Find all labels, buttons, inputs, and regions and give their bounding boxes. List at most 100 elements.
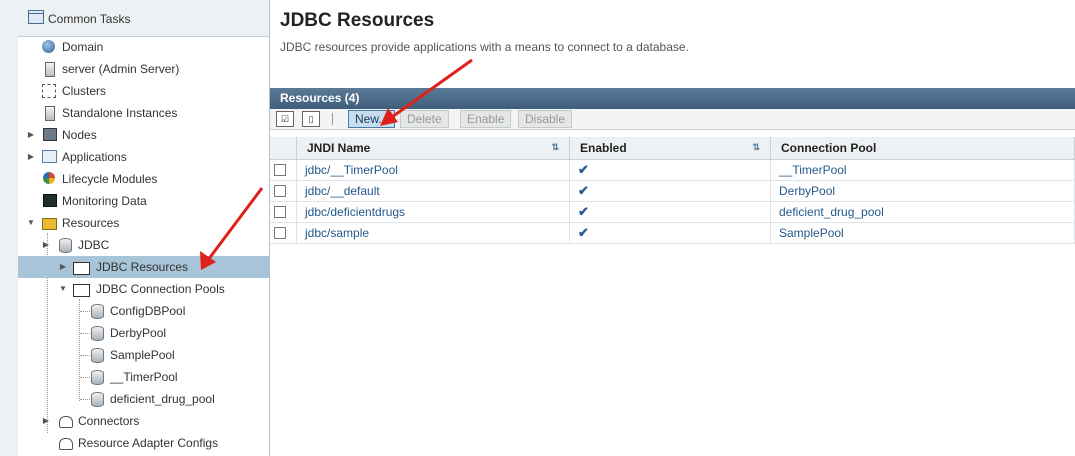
resources-table: JNDI Name ⇅ Enabled ⇅ Connection Pool jd… bbox=[270, 137, 1075, 244]
sidebar-item-deficient-drug-pool[interactable]: deficient_drug_pool bbox=[0, 388, 269, 410]
enabled-check-icon: ✔ bbox=[578, 162, 589, 177]
sidebar-item-monitoring-data[interactable]: Monitoring Data bbox=[0, 190, 269, 212]
database-icon bbox=[91, 370, 104, 385]
folder-icon bbox=[73, 262, 90, 275]
table-header-row: JNDI Name ⇅ Enabled ⇅ Connection Pool bbox=[270, 137, 1075, 160]
enable-button[interactable]: Enable bbox=[460, 110, 512, 128]
resources-icon bbox=[42, 218, 57, 230]
column-header-connection-pool[interactable]: Connection Pool bbox=[770, 137, 1075, 160]
jndi-name-cell: jdbc/__TimerPool bbox=[296, 159, 570, 181]
expand-arrow-icon[interactable]: ▶ bbox=[58, 256, 68, 278]
database-icon bbox=[91, 392, 104, 407]
database-icon bbox=[91, 348, 104, 363]
sidebar-item-jdbc[interactable]: ▶ JDBC bbox=[0, 234, 269, 256]
row-checkbox[interactable] bbox=[274, 164, 286, 176]
sidebar-item-domain[interactable]: Domain bbox=[0, 36, 269, 58]
jndi-name-link[interactable]: jdbc/deficientdrugs bbox=[305, 205, 405, 219]
common-tasks-header[interactable]: Common Tasks bbox=[18, 0, 269, 37]
sort-icon[interactable]: ⇅ bbox=[551, 142, 559, 153]
enabled-check-icon: ✔ bbox=[578, 204, 589, 219]
row-select-cell bbox=[270, 159, 297, 181]
column-header-enabled[interactable]: Enabled ⇅ bbox=[569, 137, 771, 160]
new-button[interactable]: New... bbox=[348, 110, 396, 128]
sidebar-item-label: Connectors bbox=[78, 414, 140, 428]
sidebar-item-jdbc-resources[interactable]: ▶ JDBC Resources bbox=[18, 256, 269, 278]
sidebar-item-samplepool[interactable]: SamplePool bbox=[0, 344, 269, 366]
select-all-icon[interactable]: ☑ bbox=[276, 111, 294, 127]
connection-pool-cell: __TimerPool bbox=[770, 159, 1075, 181]
row-select-cell bbox=[270, 201, 297, 223]
sidebar-item-lifecycle-modules[interactable]: Lifecycle Modules bbox=[0, 168, 269, 190]
sidebar-item-standalone-instances[interactable]: Standalone Instances bbox=[0, 102, 269, 124]
sidebar-item-jdbc-connection-pools[interactable]: ▼ JDBC Connection Pools bbox=[0, 278, 269, 300]
enabled-cell: ✔ bbox=[569, 222, 771, 244]
applications-icon bbox=[42, 150, 57, 163]
connection-pool-link[interactable]: __TimerPool bbox=[779, 163, 847, 177]
connection-pool-link[interactable]: deficient_drug_pool bbox=[779, 205, 884, 219]
sidebar-item-label: Applications bbox=[62, 150, 127, 164]
connection-pool-link[interactable]: DerbyPool bbox=[779, 184, 835, 198]
sidebar-item-label: Monitoring Data bbox=[62, 194, 147, 208]
main-content: JDBC Resources JDBC resources provide ap… bbox=[270, 0, 1075, 456]
jndi-name-link[interactable]: jdbc/sample bbox=[305, 226, 369, 240]
jndi-name-link[interactable]: jdbc/__TimerPool bbox=[305, 163, 398, 177]
sidebar-item-timerpool[interactable]: __TimerPool bbox=[0, 366, 269, 388]
sidebar-item-resources[interactable]: ▼ Resources bbox=[0, 212, 269, 234]
sidebar-item-applications[interactable]: ▶ Applications bbox=[0, 146, 269, 168]
sidebar-item-label: ConfigDBPool bbox=[110, 304, 186, 318]
page-description: JDBC resources provide applications with… bbox=[280, 40, 689, 54]
monitor-icon bbox=[43, 194, 57, 207]
sidebar-item-label: JDBC Connection Pools bbox=[96, 282, 225, 296]
table-toolbar: ☑ ▯ New... Delete Enable Disable bbox=[270, 109, 1075, 130]
sidebar-item-label: Domain bbox=[62, 40, 104, 54]
sidebar-item-derbypool[interactable]: DerbyPool bbox=[0, 322, 269, 344]
enabled-cell: ✔ bbox=[569, 159, 771, 181]
database-icon bbox=[91, 326, 104, 341]
row-checkbox[interactable] bbox=[274, 185, 286, 197]
lifecycle-icon bbox=[43, 172, 55, 184]
expand-arrow-icon[interactable]: ▶ bbox=[41, 410, 51, 432]
disable-button[interactable]: Disable bbox=[518, 110, 573, 128]
sidebar-item-label: Lifecycle Modules bbox=[62, 172, 158, 186]
collapse-arrow-icon[interactable]: ▼ bbox=[26, 212, 36, 234]
node-icon bbox=[43, 128, 57, 141]
enabled-cell: ✔ bbox=[569, 180, 771, 202]
sidebar-item-label: __TimerPool bbox=[110, 370, 178, 384]
sidebar-item-resource-adapter-configs[interactable]: Resource Adapter Configs bbox=[0, 432, 269, 454]
common-tasks-label: Common Tasks bbox=[48, 12, 131, 26]
sidebar-item-clusters[interactable]: Clusters bbox=[0, 80, 269, 102]
folder-icon bbox=[73, 284, 90, 297]
sidebar-item-server[interactable]: server (Admin Server) bbox=[0, 58, 269, 80]
row-checkbox[interactable] bbox=[274, 227, 286, 239]
expand-arrow-icon[interactable]: ▶ bbox=[26, 146, 36, 168]
delete-button[interactable]: Delete bbox=[400, 110, 449, 128]
row-checkbox[interactable] bbox=[274, 206, 286, 218]
column-header-jndi-name[interactable]: JNDI Name ⇅ bbox=[296, 137, 570, 160]
table-row: jdbc/__TimerPool ✔ __TimerPool bbox=[270, 159, 1075, 181]
collapse-arrow-icon[interactable]: ▼ bbox=[58, 278, 68, 300]
sidebar-item-nodes[interactable]: ▶ Nodes bbox=[0, 124, 269, 146]
sidebar-item-label: SamplePool bbox=[110, 348, 175, 362]
jndi-name-link[interactable]: jdbc/__default bbox=[305, 184, 380, 198]
resources-table-title: Resources (4) bbox=[280, 91, 360, 105]
jndi-name-cell: jdbc/deficientdrugs bbox=[296, 201, 570, 223]
sort-icon[interactable]: ⇅ bbox=[752, 142, 760, 153]
deselect-all-icon[interactable]: ▯ bbox=[302, 111, 320, 127]
database-icon bbox=[59, 238, 72, 253]
connection-pool-link[interactable]: SamplePool bbox=[779, 226, 844, 240]
globe-icon bbox=[42, 40, 55, 53]
jndi-name-cell: jdbc/__default bbox=[296, 180, 570, 202]
sidebar-item-label: JDBC Resources bbox=[96, 260, 189, 274]
column-header-label: JNDI Name bbox=[307, 141, 371, 155]
server-icon bbox=[45, 62, 55, 77]
row-select-cell bbox=[270, 222, 297, 244]
connector-icon bbox=[59, 416, 73, 428]
sidebar-item-configdbpool[interactable]: ConfigDBPool bbox=[0, 300, 269, 322]
column-header-label: Enabled bbox=[580, 141, 627, 155]
sidebar-item-connectors[interactable]: ▶ Connectors bbox=[0, 410, 269, 432]
expand-arrow-icon[interactable]: ▶ bbox=[26, 124, 36, 146]
enabled-check-icon: ✔ bbox=[578, 183, 589, 198]
sidebar-item-label: Standalone Instances bbox=[62, 106, 178, 120]
sidebar-item-label: server (Admin Server) bbox=[62, 62, 180, 76]
expand-arrow-icon[interactable]: ▶ bbox=[41, 234, 51, 256]
